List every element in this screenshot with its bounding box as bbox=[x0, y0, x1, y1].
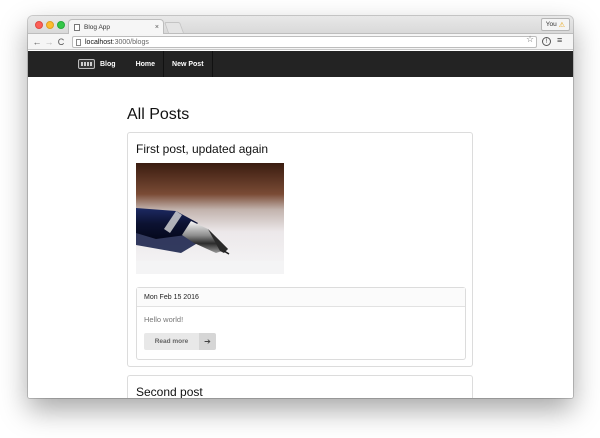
page-title: All Posts bbox=[127, 106, 190, 123]
minimize-window-button[interactable] bbox=[46, 21, 54, 29]
post-card: First post, updated again Mon Feb 15 201… bbox=[127, 132, 473, 367]
forward-arrow-icon[interactable]: → bbox=[43, 37, 55, 47]
post-card: Second post bbox=[127, 375, 473, 398]
nav-new-post-link[interactable]: New Post bbox=[164, 51, 212, 77]
browser-tab[interactable]: Blog App × bbox=[68, 19, 164, 34]
close-window-button[interactable] bbox=[35, 21, 43, 29]
nav-divider bbox=[211, 51, 213, 77]
bookmark-star-icon[interactable]: ☆ bbox=[526, 34, 534, 45]
tab-strip: Blog App × You ⚠ bbox=[28, 16, 573, 34]
zoom-window-button[interactable] bbox=[57, 21, 65, 29]
post-summary-card: Mon Feb 15 2016 Hello world! Read more ➔ bbox=[136, 287, 466, 360]
back-arrow-icon[interactable]: ← bbox=[31, 37, 43, 47]
read-more-label: Read more bbox=[144, 333, 199, 350]
reload-icon[interactable]: C bbox=[55, 37, 67, 47]
page-icon bbox=[76, 38, 81, 46]
post-title: Second post bbox=[136, 385, 203, 398]
address-bar[interactable]: localhost :3000/blogs bbox=[72, 36, 537, 48]
info-icon[interactable]: ! bbox=[542, 37, 551, 46]
nav-home-link[interactable]: Home bbox=[128, 51, 163, 77]
menu-icon[interactable]: ≡ bbox=[557, 35, 562, 45]
pen-photo bbox=[136, 163, 284, 274]
post-image bbox=[136, 163, 284, 274]
warning-icon: ⚠ bbox=[558, 21, 565, 29]
brand-link[interactable]: Blog bbox=[100, 61, 116, 68]
browser-window: Blog App × You ⚠ ← → C localhost :3000/b… bbox=[28, 16, 573, 398]
post-date: Mon Feb 15 2016 bbox=[137, 288, 465, 307]
keyboard-icon bbox=[78, 59, 95, 69]
profile-button[interactable]: You ⚠ bbox=[540, 18, 570, 31]
browser-toolbar: ← → C localhost :3000/blogs ☆ ! ≡ bbox=[28, 34, 573, 50]
tab-close-icon[interactable]: × bbox=[155, 24, 159, 31]
post-summary-body: Hello world! Read more ➔ bbox=[137, 307, 465, 360]
read-more-button[interactable]: Read more ➔ bbox=[144, 333, 216, 350]
post-excerpt: Hello world! bbox=[144, 315, 184, 324]
url-path: :3000/blogs bbox=[112, 38, 149, 46]
page-content: All Posts First post, updated again Mon … bbox=[28, 77, 573, 398]
page-icon bbox=[74, 23, 80, 31]
tab-title: Blog App bbox=[84, 23, 111, 31]
profile-label: You bbox=[545, 21, 557, 28]
post-title: First post, updated again bbox=[136, 142, 269, 156]
url-host: localhost bbox=[85, 38, 113, 46]
new-tab-button[interactable] bbox=[163, 22, 185, 33]
arrow-right-icon: ➔ bbox=[199, 333, 216, 350]
site-navbar: Blog Home New Post bbox=[28, 51, 573, 77]
